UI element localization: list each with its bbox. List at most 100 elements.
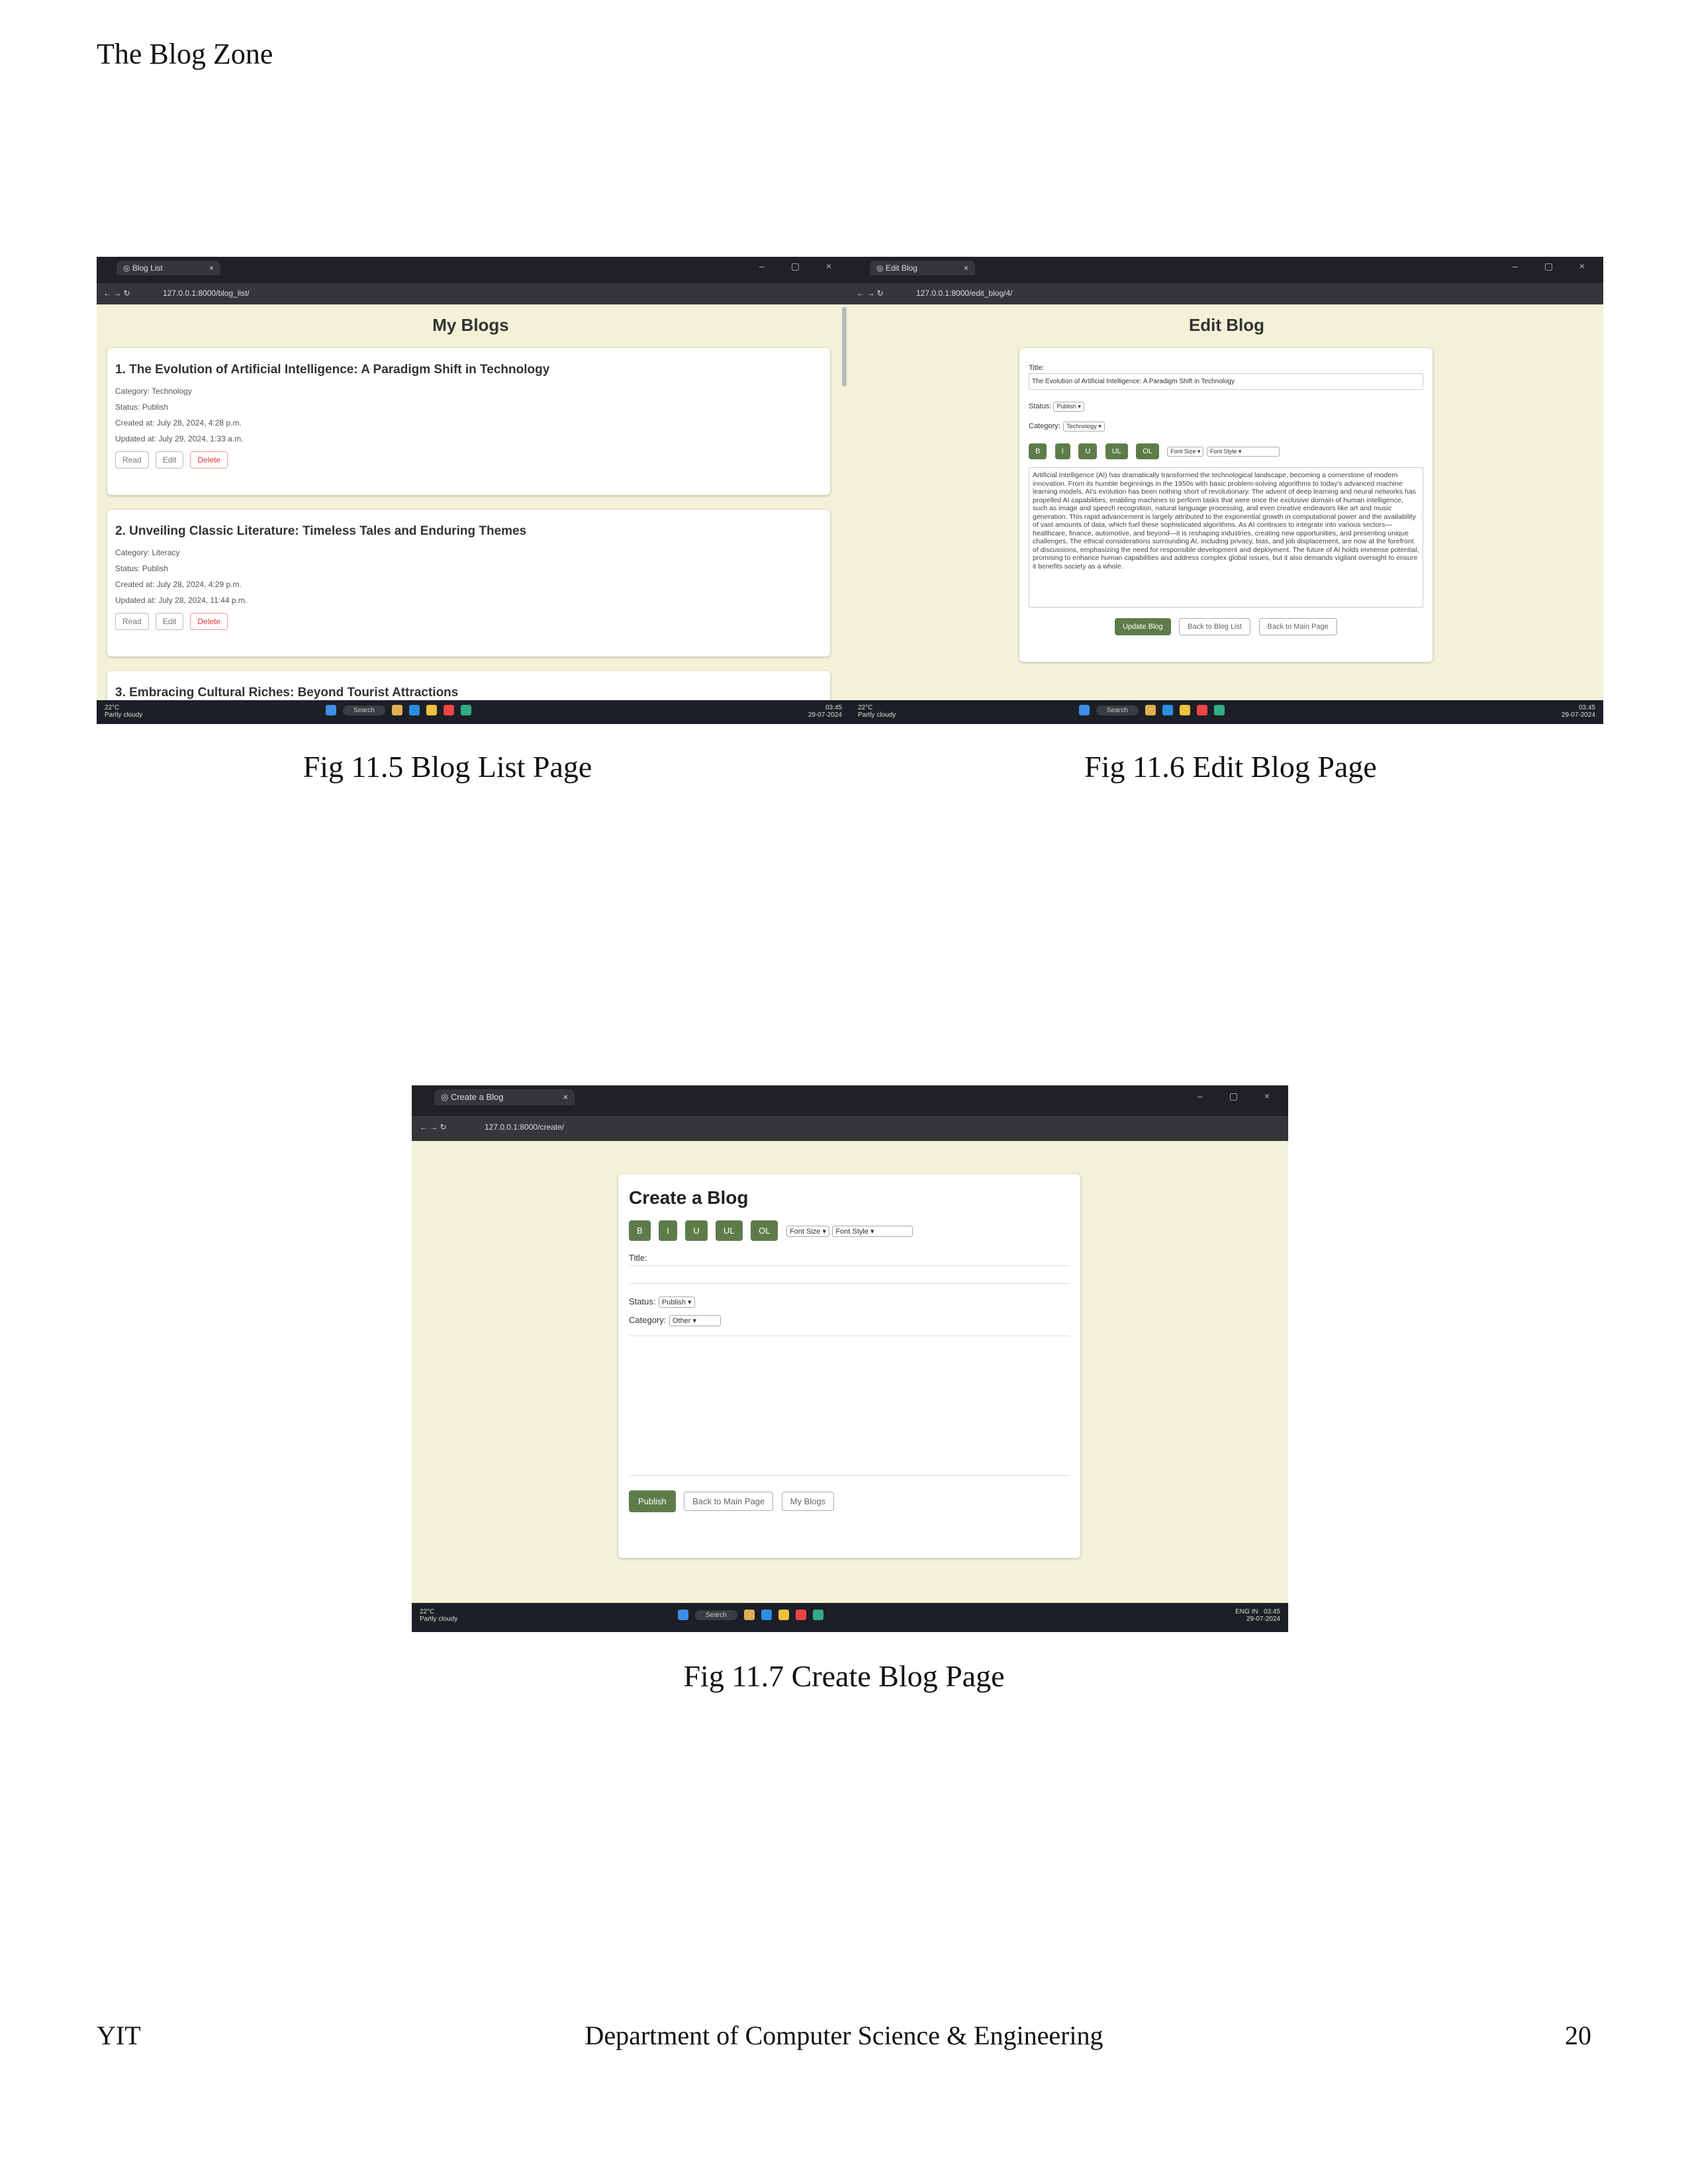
scrollbar[interactable] [842, 307, 847, 387]
browser-tab[interactable]: ◎ Blog List × [117, 261, 220, 275]
font-size-select[interactable]: Font Size ▾ [1167, 447, 1204, 457]
delete-button[interactable]: Delete [190, 451, 228, 469]
blog-title[interactable]: 3. Embracing Cultural Riches: Beyond Tou… [115, 686, 822, 700]
blog-status: Status: Publish [115, 402, 169, 412]
globe-icon: ◎ [441, 1092, 451, 1102]
content-editor[interactable]: Artificial Intelligence (AI) has dramati… [1029, 467, 1423, 608]
blog-title[interactable]: 1. The Evolution of Artificial Intellige… [115, 363, 822, 377]
ordered-list-button[interactable]: OL [751, 1220, 778, 1241]
close-icon[interactable]: × [563, 1092, 568, 1102]
system-tray[interactable]: 03:45 29-07-2024 [1562, 704, 1595, 719]
figure-caption: Fig 11.5 Blog List Page [303, 750, 592, 784]
bold-button[interactable]: B [1029, 443, 1047, 459]
nav-arrows-icon[interactable]: ← → ↻ [103, 289, 130, 298]
url-text[interactable]: 127.0.0.1:8000/create/ [485, 1122, 564, 1132]
create-form: Create a Blog B I U UL OL Font Size ▾ Fo… [618, 1174, 1080, 1558]
address-bar[interactable]: ← → ↻ 127.0.0.1:8000/edit_blog/4/ [850, 283, 1603, 304]
content-editor[interactable] [629, 1336, 1070, 1476]
category-select[interactable]: Other ▾ [669, 1315, 721, 1326]
taskbar-search[interactable]: Search [343, 705, 385, 715]
underline-button[interactable]: U [685, 1220, 708, 1241]
window-controls[interactable]: – ▢ × [1513, 261, 1597, 272]
back-to-list-button[interactable]: Back to Blog List [1179, 618, 1251, 635]
underline-button[interactable]: U [1078, 443, 1098, 459]
nav-arrows-icon[interactable]: ← → ↻ [420, 1122, 447, 1132]
browser-chrome: ◎ Create a Blog × – ▢ × ← → ↻ 127.0.0.1:8… [412, 1085, 1288, 1141]
my-blogs-button[interactable]: My Blogs [781, 1492, 835, 1511]
blog-card: 1. The Evolution of Artificial Intellige… [107, 348, 830, 495]
taskbar-search[interactable]: Search [695, 1610, 737, 1620]
app-icon[interactable] [743, 1610, 755, 1620]
app-icon[interactable] [778, 1610, 789, 1620]
taskbar-apps: Search [678, 1610, 823, 1620]
app-icon[interactable] [1179, 705, 1190, 715]
unordered-list-button[interactable]: UL [716, 1220, 743, 1241]
read-button[interactable]: Read [115, 613, 149, 630]
browser-chrome: ◎ Blog List × – ▢ × ← → ↻ 127.0.0.1:8000/… [97, 257, 850, 304]
system-tray[interactable]: 03:45 29-07-2024 [808, 704, 842, 719]
category-select[interactable]: Technology ▾ [1063, 422, 1105, 432]
delete-button[interactable]: Delete [190, 613, 228, 630]
app-icon[interactable] [1145, 705, 1156, 715]
app-icon[interactable] [1196, 705, 1207, 715]
back-to-main-button[interactable]: Back to Main Page [1258, 618, 1337, 635]
window-controls[interactable]: – ▢ × [1197, 1091, 1282, 1102]
windows-start-icon[interactable] [678, 1610, 688, 1620]
font-size-select[interactable]: Font Size ▾ [786, 1226, 829, 1237]
app-icon[interactable] [1213, 705, 1225, 715]
weather-widget[interactable]: 22°C Partly cloudy [105, 704, 142, 719]
close-icon[interactable]: × [209, 263, 214, 273]
page-title: My Blogs [432, 315, 509, 335]
italic-button[interactable]: I [659, 1220, 677, 1241]
app-icon[interactable] [795, 1610, 806, 1620]
weather-widget[interactable]: 22°C Partly cloudy [420, 1608, 457, 1623]
url-text[interactable]: 127.0.0.1:8000/edit_blog/4/ [916, 289, 1012, 298]
windows-start-icon[interactable] [1079, 705, 1090, 715]
edit-button[interactable]: Edit [155, 451, 184, 469]
browser-tab[interactable]: ◎ Create a Blog × [434, 1089, 575, 1105]
windows-start-icon[interactable] [326, 705, 336, 715]
address-bar[interactable]: ← → ↻ 127.0.0.1:8000/blog_list/ [97, 283, 850, 304]
edit-form: Title: The Evolution of Artificial Intel… [1019, 348, 1432, 662]
taskbar-search[interactable]: Search [1096, 705, 1139, 715]
font-style-select[interactable]: Font Style ▾ [832, 1226, 914, 1237]
taskbar: 22°C Partly cloudy Search 03:45 29-07-2024 [97, 700, 850, 724]
window-controls[interactable]: – ▢ × [759, 261, 843, 272]
browser-tab[interactable]: ◎ Edit Blog × [870, 261, 975, 275]
blog-status: Status: Publish [115, 564, 169, 573]
title-input[interactable]: The Evolution of Artificial Intelligence… [1029, 373, 1423, 390]
weather-widget[interactable]: 22°C Partly cloudy [858, 704, 896, 719]
app-icon[interactable] [391, 705, 402, 715]
update-blog-button[interactable]: Update Blog [1115, 618, 1171, 635]
back-to-main-button[interactable]: Back to Main Page [684, 1492, 774, 1511]
nav-arrows-icon[interactable]: ← → ↻ [857, 289, 884, 298]
address-bar[interactable]: ← → ↻ 127.0.0.1:8000/create/ [412, 1116, 1288, 1141]
blog-card: 2. Unveiling Classic Literature: Timeles… [107, 510, 830, 657]
font-style-select[interactable]: Font Style ▾ [1206, 447, 1280, 457]
edit-button[interactable]: Edit [155, 613, 184, 630]
app-icon[interactable] [408, 705, 420, 715]
italic-button[interactable]: I [1055, 443, 1070, 459]
unordered-list-button[interactable]: UL [1105, 443, 1128, 459]
status-select[interactable]: Publish ▾ [658, 1297, 695, 1308]
app-icon[interactable] [1162, 705, 1173, 715]
status-select[interactable]: Publish ▾ [1053, 402, 1084, 412]
app-icon[interactable] [426, 705, 437, 715]
app-icon[interactable] [812, 1610, 823, 1620]
title-input[interactable] [629, 1265, 1070, 1284]
app-icon[interactable] [460, 705, 471, 715]
blog-title[interactable]: 2. Unveiling Classic Literature: Timeles… [115, 524, 822, 539]
format-toolbar: B I U UL OL Font Size ▾ Font Style ▾ [1029, 443, 1423, 459]
app-icon[interactable] [761, 1610, 772, 1620]
url-text[interactable]: 127.0.0.1:8000/blog_list/ [163, 289, 250, 298]
globe-icon: ◎ [123, 263, 132, 273]
system-tray[interactable]: ENG IN 03:45 29-07-2024 [1235, 1608, 1280, 1623]
format-toolbar: B I U UL OL Font Size ▾ Font Style ▾ [629, 1220, 1070, 1241]
read-button[interactable]: Read [115, 451, 149, 469]
publish-button[interactable]: Publish [629, 1490, 676, 1512]
app-icon[interactable] [443, 705, 454, 715]
taskbar-apps: Search [1079, 705, 1225, 715]
bold-button[interactable]: B [629, 1220, 651, 1241]
ordered-list-button[interactable]: OL [1136, 443, 1159, 459]
close-icon[interactable]: × [964, 263, 968, 273]
